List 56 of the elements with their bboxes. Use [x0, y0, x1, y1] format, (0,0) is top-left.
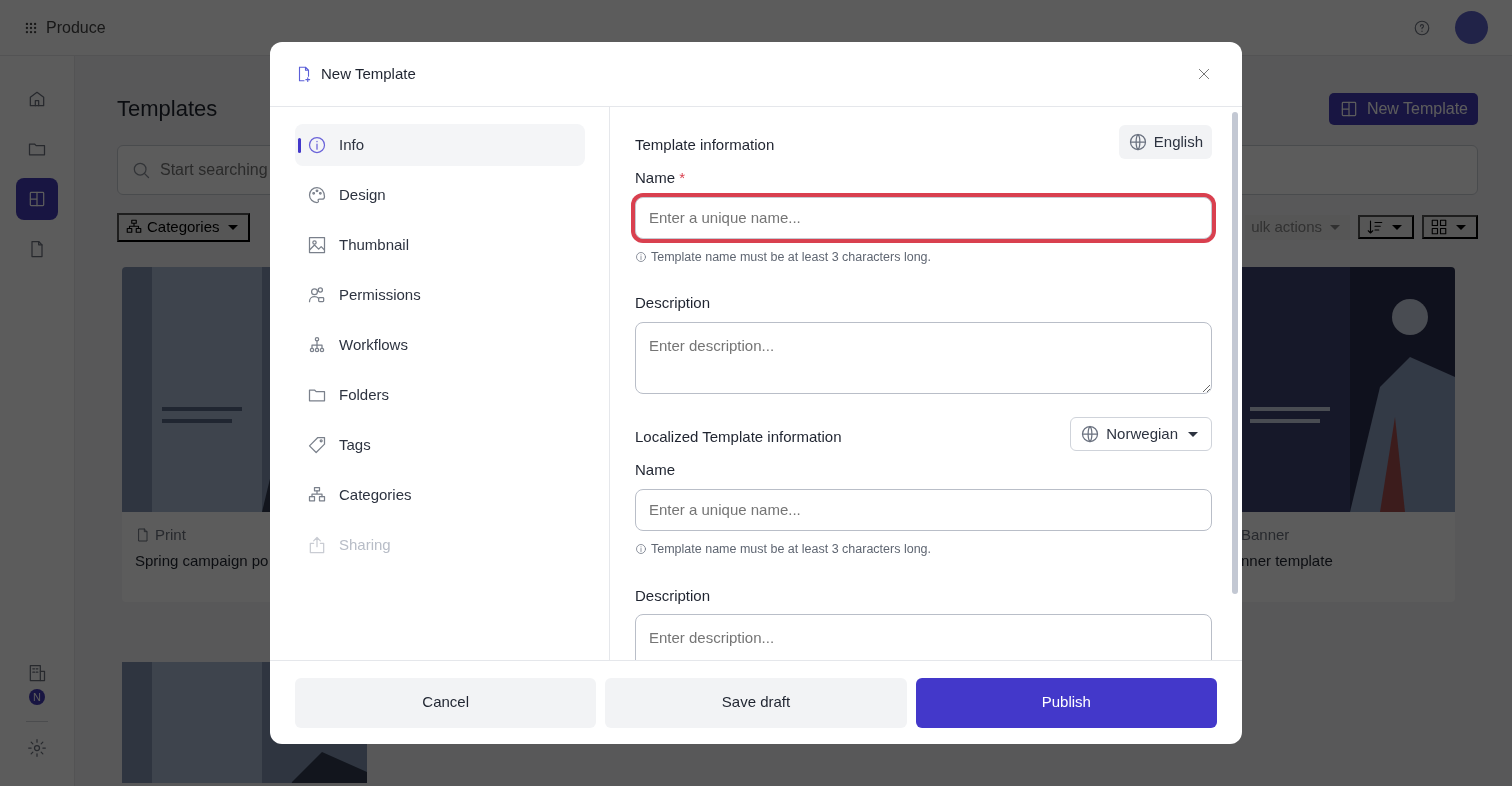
palette-icon — [307, 185, 327, 205]
field-label: Description — [635, 294, 711, 312]
publish-button[interactable]: Publish — [915, 677, 1217, 728]
help-icon — [1413, 18, 1431, 37]
layout-icon — [27, 189, 47, 209]
description-field[interactable]: Enter description... — [635, 614, 1212, 660]
field-label: Name — [635, 169, 675, 186]
caret-icon — [1330, 224, 1340, 230]
name-field[interactable]: Enter a unique name... — [635, 196, 1212, 239]
info-icon — [635, 250, 647, 263]
user-avatar[interactable] — [1455, 11, 1488, 44]
info-icon — [635, 543, 647, 556]
card-title: nner template — [1241, 551, 1334, 571]
field-hint: Template name must be at least 3 characters long. — [651, 540, 931, 558]
field-hint: Template name must be at least 3 characters long. — [651, 248, 931, 266]
description-field[interactable]: Enter description... — [635, 321, 1212, 394]
tag-icon — [307, 435, 327, 455]
dialog-nav-item[interactable]: Info — [295, 124, 585, 166]
section-title: Localized Template information — [635, 427, 842, 448]
share-icon — [307, 535, 327, 555]
hierarchy-icon — [307, 335, 327, 355]
sort-dropdown[interactable] — [1358, 215, 1414, 240]
section-title: Template information — [635, 135, 775, 155]
tiles-icon — [1430, 218, 1448, 237]
caret-icon — [1392, 224, 1402, 230]
field-label: Description — [635, 586, 711, 604]
name-field[interactable]: Enter a unique name... — [635, 488, 1212, 531]
language-dropdown[interactable]: Norwegian — [1070, 417, 1212, 452]
search-icon — [131, 160, 151, 180]
card-title: Spring campaign po — [135, 551, 270, 571]
home-icon — [27, 89, 47, 109]
nav-icon-button[interactable] — [16, 178, 58, 220]
caret-icon — [1188, 431, 1198, 437]
document-icon — [135, 526, 151, 543]
app-grid-icon — [24, 20, 38, 35]
image-icon — [307, 235, 327, 255]
view-dropdown[interactable] — [1422, 215, 1478, 240]
field-label: Name — [635, 461, 675, 479]
building-icon — [27, 663, 47, 683]
language-button[interactable]: English — [1118, 125, 1212, 159]
scrollbar[interactable] — [1232, 112, 1238, 594]
close-icon — [1196, 66, 1212, 82]
sort-icon — [1366, 218, 1384, 237]
dialog-button[interactable]: Save draft — [605, 677, 907, 728]
dialog-title: New Template — [321, 63, 416, 84]
required-marker: * — [679, 169, 686, 186]
caret-icon — [227, 224, 238, 230]
globe-icon — [1127, 132, 1148, 152]
dialog-nav-item[interactable]: Design — [295, 174, 585, 216]
dialog-nav-item[interactable]: Thumbnail — [295, 224, 585, 266]
users-icon — [307, 285, 327, 305]
caret-icon — [1456, 224, 1466, 230]
page-title: Templates — [117, 95, 218, 123]
globe-icon — [1080, 424, 1101, 445]
dialog-button[interactable]: Cancel — [295, 677, 597, 728]
info-icon — [307, 135, 327, 155]
